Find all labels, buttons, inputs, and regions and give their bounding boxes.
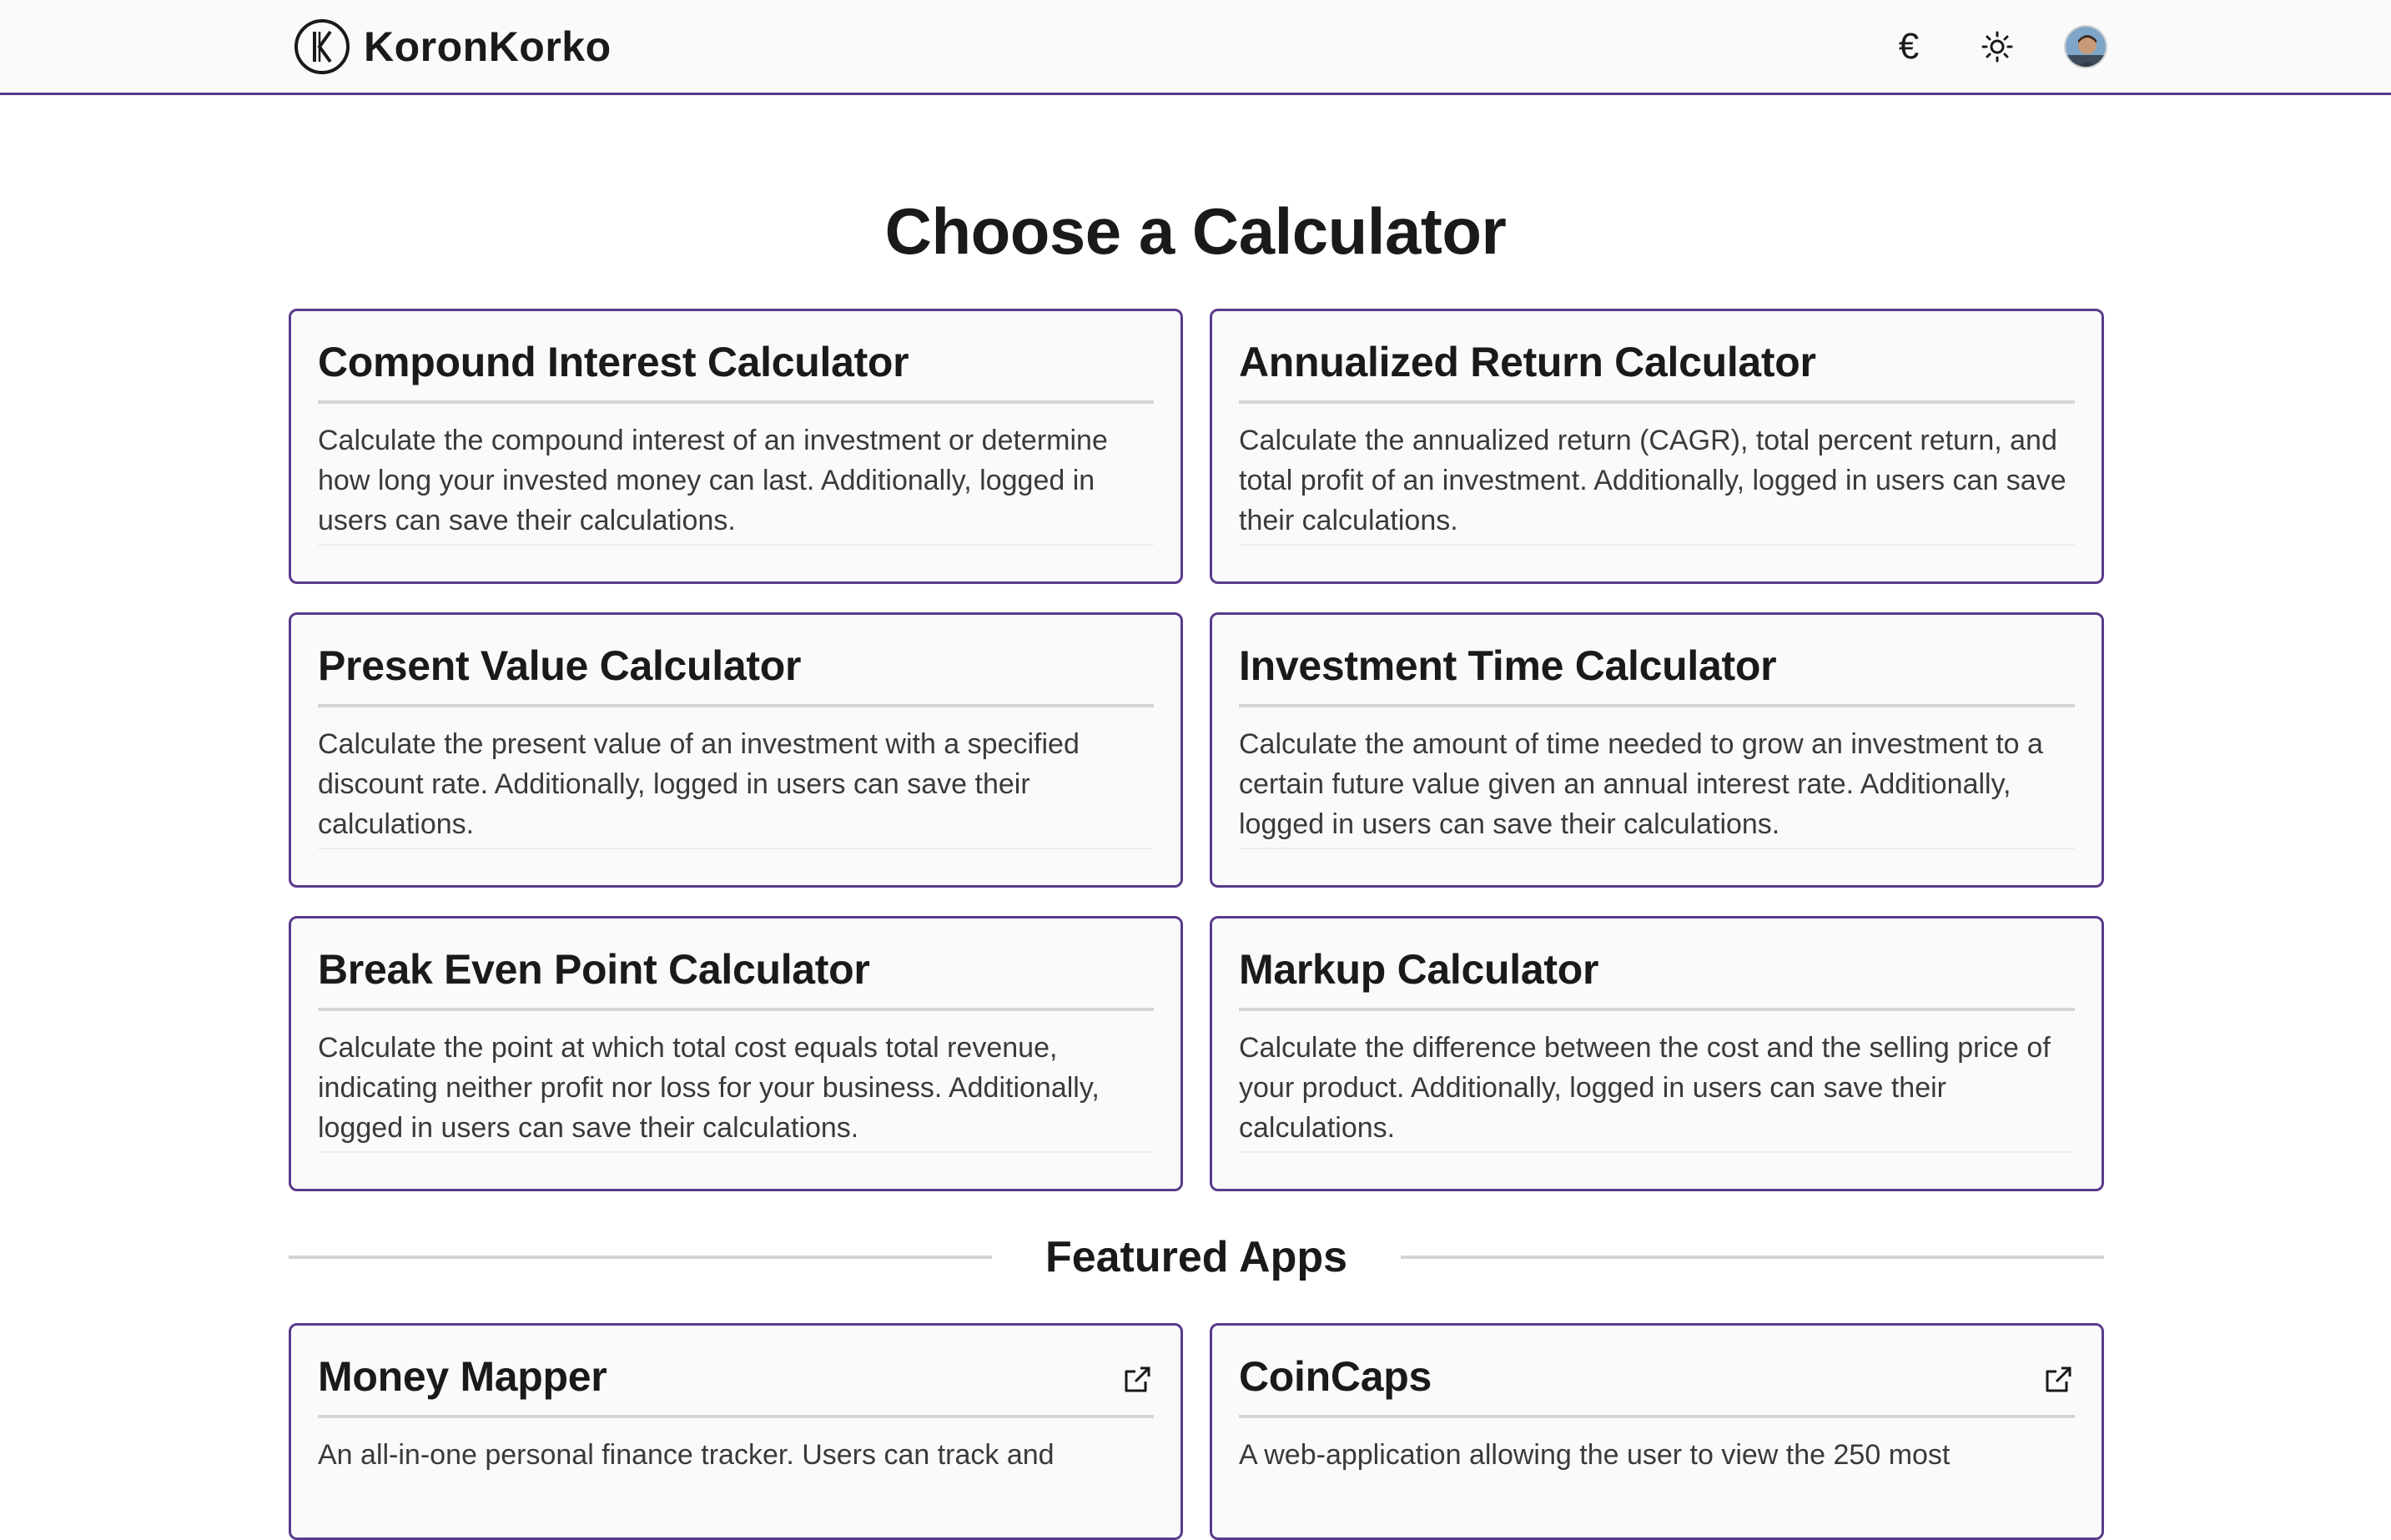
card-description: Calculate the annualized return (CAGR), … [1239,420,2075,546]
card-title: Compound Interest Calculator [318,340,1154,404]
currency-button[interactable]: € [1885,23,1932,70]
theme-toggle-button[interactable] [1974,23,2021,70]
featured-apps-heading: Featured Apps [1044,1233,1348,1281]
calculator-card-break-even-point[interactable]: Break Even Point Calculator Calculate th… [289,916,1183,1191]
calculator-card-compound-interest[interactable]: Compound Interest Calculator Calculate t… [289,309,1183,584]
card-description: Calculate the difference between the cos… [1239,1028,2075,1153]
featured-apps-divider: Featured Apps [289,1228,2104,1286]
card-title: Break Even Point Calculator [318,947,1154,1011]
featured-app-card-money-mapper[interactable]: Money Mapper An all-in-one personal fina… [289,1323,1183,1540]
calculator-grid: Compound Interest Calculator Calculate t… [289,309,2104,1191]
card-title: Present Value Calculator [318,643,1154,707]
featured-apps-grid: Money Mapper An all-in-one personal fina… [289,1323,2104,1540]
app-card-header: CoinCaps [1239,1354,2075,1418]
divider-line-right [1401,1256,2104,1259]
card-title: Annualized Return Calculator [1239,340,2075,404]
card-description: Calculate the point at which total cost … [318,1028,1154,1153]
calculator-card-present-value[interactable]: Present Value Calculator Calculate the p… [289,612,1183,888]
calculator-card-markup[interactable]: Markup Calculator Calculate the differen… [1210,916,2104,1191]
brand-link[interactable]: KoronKorko [294,18,612,75]
app-title: Money Mapper [318,1353,607,1400]
koronkorko-logo-icon [294,19,350,74]
header-actions: € [1885,22,2109,72]
brand-name: KoronKorko [364,23,612,70]
sun-icon [1981,31,2013,63]
app-description: A web-application allowing the user to v… [1239,1439,1951,1471]
card-description: Calculate the amount of time needed to g… [1239,724,2075,849]
featured-app-card-coincaps[interactable]: CoinCaps A web-application allowing the … [1210,1323,2104,1540]
external-link-icon[interactable] [2041,1363,2075,1397]
card-title: Investment Time Calculator [1239,643,2075,707]
divider-line-left [289,1256,992,1259]
euro-icon: € [1898,26,1920,67]
card-description: Calculate the compound interest of an in… [318,420,1154,546]
card-description: Calculate the present value of an invest… [318,724,1154,849]
page-title: Choose a Calculator [884,194,1507,268]
card-title: Markup Calculator [1239,947,2075,1011]
calculator-card-investment-time[interactable]: Investment Time Calculator Calculate the… [1210,612,2104,888]
app-card-header: Money Mapper [318,1354,1154,1418]
top-navbar: KoronKorko € [0,0,2391,95]
calculator-card-annualized-return[interactable]: Annualized Return Calculator Calculate t… [1210,309,2104,584]
avatar-image [2066,27,2106,67]
external-link-icon[interactable] [1120,1363,1154,1397]
user-menu-button[interactable] [2062,23,2109,70]
user-avatar [2064,25,2107,68]
app-description: An all-in-one personal finance tracker. … [318,1439,1055,1471]
app-title: CoinCaps [1239,1353,1432,1400]
